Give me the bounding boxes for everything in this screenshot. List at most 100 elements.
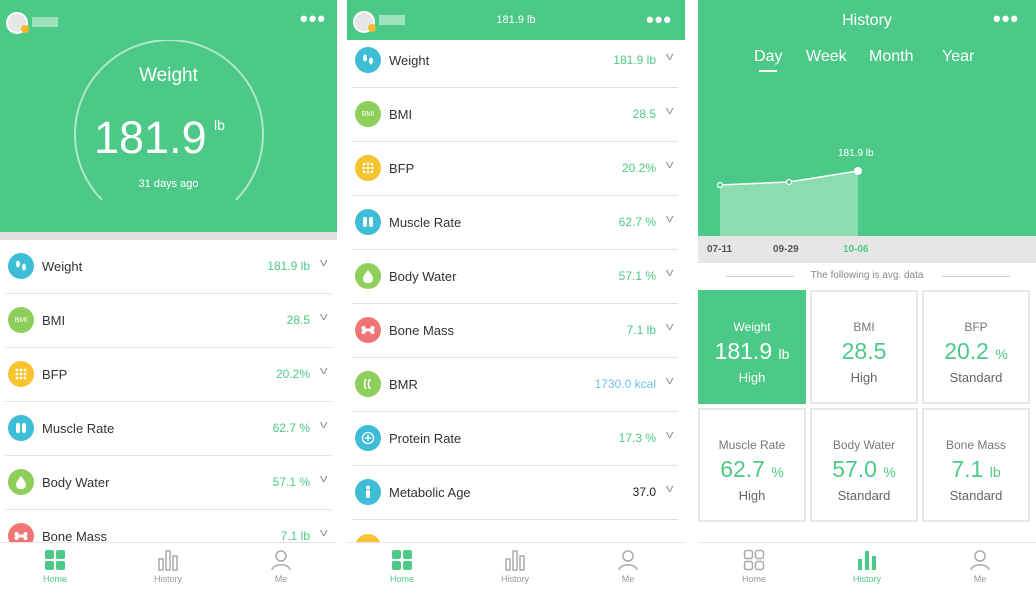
metric-row-body-water[interactable]: Body Water 57.1 % v: [352, 250, 678, 304]
footprints-icon: [8, 253, 34, 279]
metric-label: Body Water: [42, 475, 110, 490]
cell-name: Weight: [733, 320, 771, 334]
chevron-down-icon: v: [665, 375, 674, 387]
metric-row-weight[interactable]: Weight 181.9 lb v: [5, 240, 332, 294]
cell-value-wrap: 181.9 lb: [700, 338, 804, 365]
summary-cell-bfp[interactable]: BFP 20.2 % Standard: [922, 290, 1030, 404]
metric-value: 62.7 %: [618, 215, 656, 229]
more-dots-icon[interactable]: •••: [300, 8, 326, 30]
metric-label: Weight: [42, 259, 83, 274]
metric-row-bmi[interactable]: BMI BMI 28.5 v: [5, 294, 332, 348]
protein-icon: [355, 425, 381, 451]
metric-value: 20.2%: [275, 367, 310, 381]
home-screen: ••• Weight 181.9 lb 31 days ago Weight 1…: [0, 0, 337, 593]
cell-value: 181.9: [714, 338, 773, 364]
nav-home[interactable]: Home: [372, 549, 432, 584]
bone-icon: [355, 317, 381, 343]
chevron-down-icon: v: [665, 159, 674, 171]
cell-unit: %: [883, 464, 896, 480]
footprints-icon: [355, 47, 381, 73]
home-grid-icon: [392, 550, 412, 570]
metric-value: 57.1 %: [618, 269, 656, 283]
cell-status: Standard: [837, 488, 891, 503]
nav-history[interactable]: History: [485, 549, 545, 584]
cell-status: High: [738, 370, 766, 385]
cell-value-wrap: 57.0 %: [812, 456, 916, 483]
metric-row-bfp[interactable]: BFP 20.2% v: [5, 348, 332, 402]
nav-history[interactable]: History: [837, 549, 897, 584]
cell-value-wrap: 7.1 lb: [924, 456, 1028, 483]
chevron-down-icon: v: [665, 483, 674, 495]
fat-icon: [355, 155, 381, 181]
metric-row-weight[interactable]: Weight 181.9 lb v: [352, 34, 678, 88]
summary-cell-weight[interactable]: Weight 181.9 lb High: [698, 290, 806, 404]
chevron-down-icon: v: [319, 527, 328, 539]
metric-value: 28.5: [632, 107, 656, 121]
summary-cell-bone-mass[interactable]: Bone Mass 7.1 lb Standard: [922, 408, 1030, 522]
avatar[interactable]: [6, 12, 29, 34]
history-header: History ••• Day Week Month Year 181.9 lb: [698, 0, 1036, 236]
metric-row-muscle-rate[interactable]: Muscle Rate 62.7 % v: [5, 402, 332, 456]
nav-label: Me: [621, 574, 635, 584]
cell-value: 7.1: [951, 456, 984, 482]
cell-value: 20.2: [944, 338, 989, 364]
cell-unit: lb: [989, 464, 1001, 480]
more-dots-icon[interactable]: •••: [646, 9, 672, 31]
chevron-down-icon: v: [319, 473, 328, 485]
chevron-down-icon: v: [319, 419, 328, 431]
metric-row-muscle-rate[interactable]: Muscle Rate 62.7 % v: [352, 196, 678, 250]
cell-name: BFP: [964, 320, 988, 334]
divider: [0, 232, 337, 240]
last-measured: 31 days ago: [138, 178, 199, 190]
date-label[interactable]: 09-29: [773, 244, 799, 255]
chevron-down-icon: v: [319, 257, 328, 269]
metric-label: BMI: [42, 313, 66, 328]
metric-row-protein-rate[interactable]: Protein Rate 17.3 % v: [352, 412, 678, 466]
metric-row-bfp[interactable]: BFP 20.2% v: [352, 142, 678, 196]
weight-trend-chart: [716, 167, 862, 236]
cell-unit: lb: [778, 346, 790, 362]
person-icon: [355, 479, 381, 505]
nav-label: History: [852, 574, 881, 584]
weight-unit: lb: [214, 117, 225, 133]
metric-row-bmr[interactable]: BMR 1730.0 kcal v: [352, 358, 678, 412]
cell-name: Bone Mass: [945, 438, 1007, 452]
metric-label: Weight: [389, 53, 430, 68]
cell-status: Standard: [949, 488, 1003, 503]
metric-row-metabolic-age[interactable]: Metabolic Age 37.0 v: [352, 466, 678, 520]
chart-point-07-11: [716, 181, 724, 189]
metric-label: BFP: [389, 161, 415, 176]
summary-cell-body-water[interactable]: Body Water 57.0 % Standard: [810, 408, 918, 522]
nav-me[interactable]: Me: [598, 549, 658, 584]
metric-row-body-water[interactable]: Body Water 57.1 % v: [5, 456, 332, 510]
cell-unit: %: [995, 346, 1008, 362]
nav-home[interactable]: Home: [25, 549, 85, 584]
chevron-down-icon: v: [665, 51, 674, 63]
bottom-nav: Home History Me: [698, 542, 1036, 593]
chevron-down-icon: v: [665, 213, 674, 225]
nav-home[interactable]: Home: [724, 549, 784, 584]
nav-history[interactable]: History: [138, 549, 198, 584]
metric-row-bone-mass[interactable]: Bone Mass 7.1 lb v: [352, 304, 678, 358]
header-weight: 181.9 lb: [496, 14, 536, 26]
weight-value: 181.9: [94, 112, 207, 163]
bar-chart-icon: [505, 550, 525, 571]
flame-icon: [355, 371, 381, 397]
metric-value: 57.1 %: [272, 475, 310, 489]
avg-caption: The following is avg. data: [810, 270, 924, 281]
metric-row-bmi[interactable]: BMI BMI 28.5 v: [352, 88, 678, 142]
history-screen: History ••• Day Week Month Year 181.9 lb…: [698, 0, 1036, 593]
cell-name: Muscle Rate: [718, 438, 786, 452]
cell-status: High: [850, 370, 878, 385]
summary-cell-bmi[interactable]: BMI 28.5 High: [810, 290, 918, 404]
date-label[interactable]: 07-11: [707, 244, 732, 255]
metric-value: 17.3 %: [618, 431, 656, 445]
date-label-selected[interactable]: 10-06: [843, 244, 869, 255]
chevron-down-icon: v: [665, 321, 674, 333]
bottom-nav: Home History Me: [0, 542, 337, 593]
metrics-screen: 181.9 lb ••• Weight 181.9 lb v BMI BMI 2…: [347, 0, 685, 593]
nav-me[interactable]: Me: [950, 549, 1010, 584]
summary-cell-muscle-rate[interactable]: Muscle Rate 62.7 % High: [698, 408, 806, 522]
cell-status: Standard: [949, 370, 1003, 385]
nav-me[interactable]: Me: [251, 549, 311, 584]
